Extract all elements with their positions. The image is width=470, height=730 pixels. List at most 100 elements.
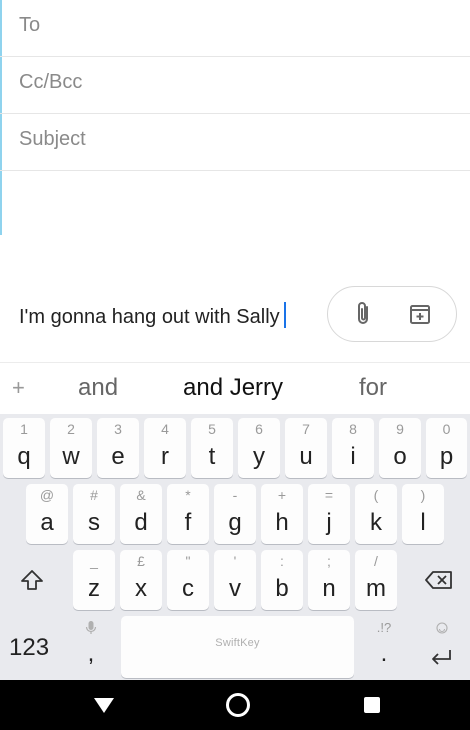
emoji-icon — [436, 622, 448, 634]
key-label: j — [326, 509, 332, 536]
key-sec: 9 — [396, 421, 404, 437]
key-h[interactable]: + h — [261, 484, 303, 544]
period-secondary: .!? — [376, 620, 392, 635]
compose-actions-pill — [327, 286, 457, 342]
mic-icon — [85, 621, 97, 634]
key-label: r — [161, 443, 169, 470]
enter-key[interactable] — [414, 616, 467, 678]
calendar-add-icon — [410, 304, 430, 324]
back-button[interactable] — [82, 680, 126, 730]
expand-toolbar-button[interactable]: + — [12, 375, 25, 401]
key-label: u — [299, 443, 313, 470]
to-field[interactable]: To — [0, 0, 470, 57]
shift-key[interactable] — [3, 550, 61, 610]
recent-apps-button[interactable] — [350, 680, 394, 730]
shift-icon — [21, 570, 43, 590]
message-body-input[interactable]: I'm gonna hang out with Sally — [19, 302, 286, 329]
period-key[interactable]: .!? . — [363, 616, 405, 678]
key-label: y — [253, 443, 265, 470]
subject-field[interactable]: Subject — [0, 114, 470, 171]
key-label: z — [88, 575, 100, 602]
key-sec: 4 — [161, 421, 169, 437]
key-k[interactable]: (k — [355, 484, 397, 544]
key-c[interactable]: " c — [167, 550, 209, 610]
calendar-add-button[interactable] — [392, 287, 448, 340]
suggestion-2[interactable]: and Jerry — [183, 374, 283, 402]
key-sec: + — [277, 487, 287, 503]
key-q[interactable]: 1q — [3, 418, 45, 478]
key-label: d — [134, 509, 148, 536]
key-label: n — [322, 575, 336, 602]
key-label: v — [229, 575, 241, 602]
key-g[interactable]: -g — [214, 484, 256, 544]
paperclip-icon — [358, 301, 368, 324]
subject-placeholder: Subject — [19, 128, 86, 150]
key-sec: @ — [39, 487, 55, 503]
key-label: l — [420, 509, 426, 536]
key-z[interactable]: _ z — [73, 550, 115, 610]
key-label: q — [17, 443, 31, 470]
key-r[interactable]: 4r — [144, 418, 186, 478]
key-sec: : — [280, 553, 284, 569]
key-y[interactable]: 6y — [238, 418, 280, 478]
key-s[interactable]: # s — [73, 484, 115, 544]
backspace-key[interactable] — [409, 550, 467, 610]
suggestion-3[interactable]: for — [359, 374, 387, 402]
key-sec: 6 — [255, 421, 263, 437]
cc-bcc-field[interactable]: Cc/Bcc — [0, 57, 470, 114]
key-label: i — [350, 443, 356, 470]
key-o[interactable]: 9o — [379, 418, 421, 478]
key-j[interactable]: = j — [308, 484, 350, 544]
key-f[interactable]: * f — [167, 484, 209, 544]
key-label: t — [208, 443, 216, 470]
home-button[interactable] — [216, 680, 260, 730]
key-label: a — [40, 509, 54, 536]
key-sec: £ — [137, 553, 145, 569]
key-sec: 7 — [302, 421, 310, 437]
key-i[interactable]: 8i — [332, 418, 374, 478]
key-b[interactable]: :b — [261, 550, 303, 610]
key-label: c — [182, 575, 194, 602]
key-sec: 5 — [208, 421, 216, 437]
key-label: o — [393, 443, 407, 470]
key-sec: / — [374, 553, 378, 569]
key-sec: 8 — [349, 421, 357, 437]
attach-button[interactable] — [336, 287, 392, 340]
key-a[interactable]: @ a — [26, 484, 68, 544]
key-sec: ' — [233, 553, 237, 569]
numbers-key[interactable]: 123 — [3, 616, 61, 678]
key-d[interactable]: & d — [120, 484, 162, 544]
key-sec: _ — [90, 553, 98, 569]
key-v[interactable]: ' v — [214, 550, 256, 610]
key-l[interactable]: ) l — [402, 484, 444, 544]
key-n[interactable]: ; n — [308, 550, 350, 610]
keyboard: 1q 2w 3e 4r 5t 6y 7u 8i 9o 0p @ a # s & d *… — [0, 414, 470, 680]
key-label: x — [135, 575, 147, 602]
key-u[interactable]: 7u — [285, 418, 327, 478]
space-bar[interactable]: SwiftKey — [121, 616, 354, 678]
message-body-text: I'm gonna hang out with Sally — [19, 306, 280, 328]
period-label: . — [380, 640, 388, 667]
back-triangle-icon — [94, 698, 114, 713]
key-sec: & — [136, 487, 146, 503]
compose-area: To Cc/Bcc Subject I'm gonna hang out wit… — [0, 0, 470, 362]
key-e[interactable]: 3e — [97, 418, 139, 478]
key-label: m — [366, 575, 386, 602]
comma-key[interactable]: , — [70, 616, 112, 678]
recent-square-icon — [364, 697, 380, 713]
key-sec: " — [185, 553, 191, 569]
key-t[interactable]: 5t — [191, 418, 233, 478]
key-sec: 1 — [20, 421, 28, 437]
key-label: f — [184, 509, 192, 536]
key-x[interactable]: £ x — [120, 550, 162, 610]
key-w[interactable]: 2w — [50, 418, 92, 478]
key-label: g — [228, 509, 242, 536]
key-label: p — [439, 443, 454, 470]
cc-bcc-placeholder: Cc/Bcc — [19, 71, 83, 93]
key-m[interactable]: / m — [355, 550, 397, 610]
key-sec: * — [185, 487, 191, 503]
home-circle-icon — [226, 693, 250, 717]
key-p[interactable]: 0p — [426, 418, 467, 478]
key-sec: 3 — [114, 421, 122, 437]
suggestion-1[interactable]: and — [78, 374, 118, 402]
